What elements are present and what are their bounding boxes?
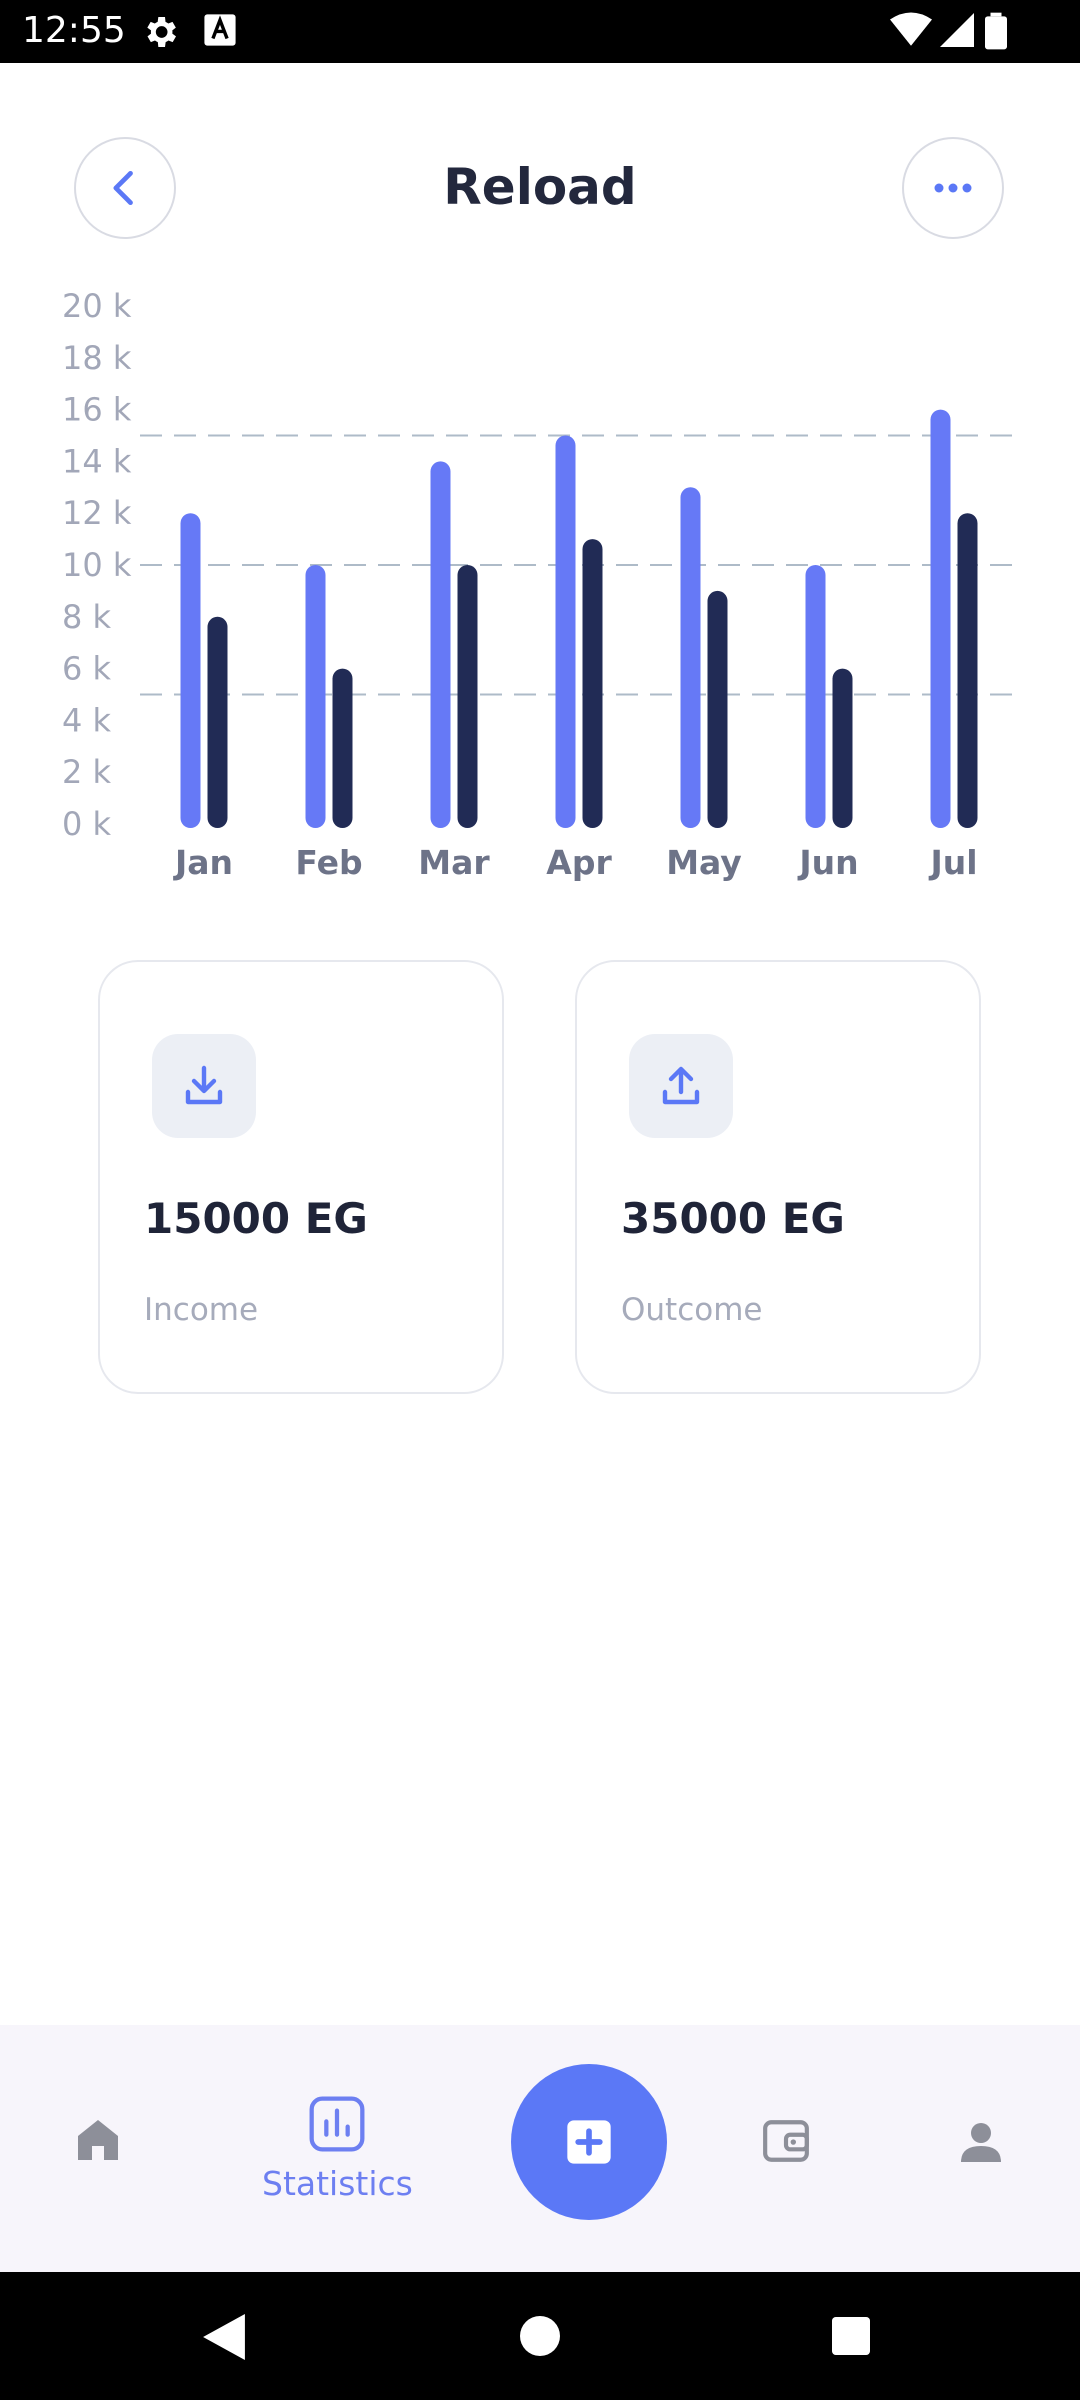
- statistics-icon: [309, 2096, 365, 2152]
- y-tick-label: 6 k: [62, 650, 112, 688]
- bar-mar-series-1: [430, 461, 451, 828]
- wifi-icon: [890, 12, 932, 46]
- bar-jan-series-2: [207, 616, 228, 828]
- home-icon: [78, 2120, 118, 2160]
- bar-jan-series-1: [180, 513, 201, 828]
- bar-jun-series-2: [832, 668, 853, 828]
- x-tick-label: Feb: [295, 843, 362, 882]
- bar-jul-series-1: [930, 409, 951, 828]
- y-tick-label: 14 k: [62, 442, 132, 480]
- x-tick-label: Jun: [797, 843, 858, 882]
- outcome-label: Outcome: [621, 1292, 763, 1328]
- nav-profile[interactable]: [957, 2118, 1005, 2166]
- status-time: 12:55: [22, 10, 126, 51]
- bar-apr-series-1: [555, 435, 576, 828]
- income-amount: 15000 EG: [144, 1194, 368, 1243]
- x-tick-label: Jan: [173, 843, 233, 882]
- nav-statistics[interactable]: Statistics: [262, 2092, 413, 2203]
- y-tick-label: 2 k: [62, 753, 112, 791]
- income-card[interactable]: 15000 EG Income: [98, 960, 504, 1394]
- system-back-icon[interactable]: [203, 2314, 245, 2360]
- keyboard-a-icon: [204, 14, 236, 46]
- income-label: Income: [144, 1292, 259, 1328]
- x-tick-label: May: [666, 843, 742, 882]
- outcome-amount: 35000 EG: [621, 1194, 845, 1243]
- profile-icon: [961, 2123, 1001, 2162]
- outcome-icon-box: [629, 1034, 733, 1138]
- bar-feb-series-2: [332, 668, 353, 828]
- nav-statistics-label: Statistics: [262, 2164, 413, 2203]
- system-nav-bar: [0, 2272, 1080, 2400]
- battery-icon: [985, 12, 1007, 50]
- settings-icon: [147, 17, 176, 47]
- x-tick-label: Apr: [546, 843, 612, 882]
- status-bar: 12:55: [0, 0, 1080, 63]
- more-options-button[interactable]: [902, 137, 1004, 239]
- y-tick-label: 8 k: [62, 598, 112, 636]
- bar-mar-series-2: [457, 565, 478, 828]
- y-tick-label: 10 k: [62, 546, 132, 584]
- download-icon: [185, 1065, 223, 1105]
- outcome-card[interactable]: 35000 EG Outcome: [575, 960, 981, 1394]
- wallet-icon: [763, 2120, 809, 2162]
- y-tick-label: 16 k: [62, 391, 132, 429]
- x-tick-label: Jul: [928, 843, 977, 882]
- add-button[interactable]: [511, 2064, 667, 2220]
- x-tick-label: Mar: [418, 843, 490, 882]
- upload-icon: [662, 1066, 700, 1105]
- more-dots-icon: [934, 183, 972, 193]
- y-tick-label: 18 k: [62, 339, 132, 377]
- system-home-icon[interactable]: [520, 2316, 560, 2356]
- bar-chart: 0 k 2 k 4 k 6 k 8 k 10 k 12 k 14 k 16 k 18 k 20 k J…: [62, 287, 1014, 882]
- y-tick-label: 12 k: [62, 494, 132, 532]
- income-icon-box: [152, 1034, 256, 1138]
- add-icon: [567, 2120, 611, 2164]
- nav-wallet[interactable]: [760, 2116, 812, 2166]
- system-recents-icon[interactable]: [832, 2317, 870, 2355]
- bar-jul-series-2: [957, 513, 978, 828]
- bar-may-series-2: [707, 590, 728, 828]
- y-tick-label: 4 k: [62, 701, 112, 739]
- bar-may-series-1: [680, 487, 701, 828]
- y-tick-label: 20 k: [62, 287, 132, 325]
- signal-icon: [940, 13, 974, 47]
- bar-apr-series-2: [582, 539, 603, 828]
- bar-jun-series-1: [805, 565, 826, 828]
- bar-feb-series-1: [305, 565, 326, 828]
- nav-home[interactable]: [74, 2116, 122, 2164]
- y-tick-label: 0 k: [62, 805, 112, 843]
